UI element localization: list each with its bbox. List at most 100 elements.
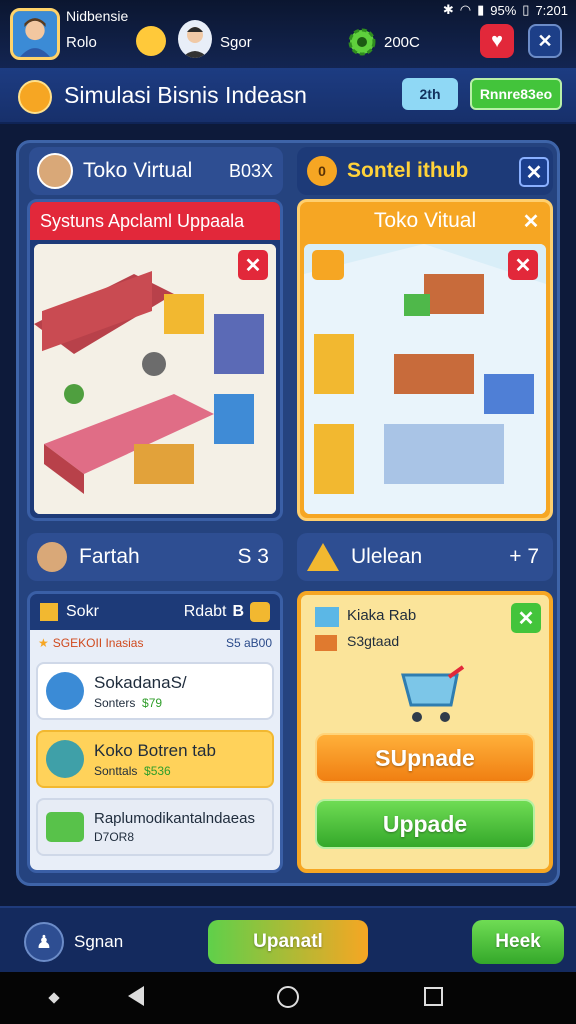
check-icon: ✕ (517, 607, 535, 630)
action-bar: ♟ Sgnan Upanatl Heek (0, 906, 576, 972)
player-avatar-icon (13, 11, 57, 57)
heart-button[interactable]: ♥ (480, 24, 514, 58)
upgrade-line1: Kiaka Rab (347, 607, 417, 624)
stat-label: Fartah (79, 545, 140, 568)
tab-badge: B03X (228, 160, 273, 181)
stat-label: Ulelean (351, 545, 423, 568)
shop-list-header: Sokr Rdabt B (30, 594, 280, 630)
emoji-face-icon (136, 26, 166, 56)
logo-icon (18, 80, 52, 114)
confirm-button[interactable]: ✕ (511, 603, 541, 633)
back-button[interactable] (128, 986, 144, 1006)
main-board: Toko Virtual B03X 0 Sontel ithub ✕ Systu… (16, 140, 560, 886)
gear-coin-icon: 0 (307, 156, 337, 186)
scene-close-button[interactable]: ✕ (238, 250, 268, 280)
customer-avatar (46, 740, 84, 778)
item-name: SokadanaS/ (94, 672, 187, 692)
panel-close-button[interactable]: ✕ (516, 206, 546, 236)
player-name: Nidbensie (66, 8, 129, 24)
store-interior-scene[interactable]: ✕ (304, 244, 546, 514)
store-scene[interactable]: ✕ (34, 244, 276, 514)
gold-pile-icon (307, 543, 339, 571)
tab-toko-virtual[interactable]: Toko Virtual B03X (29, 147, 283, 195)
left-scene-panel: Systuns Apclaml Uppaala ✕ (27, 199, 283, 521)
bag-icon (250, 602, 270, 622)
counter-button[interactable]: 2th (402, 78, 458, 110)
center-action-button[interactable]: Upanatl (208, 920, 368, 964)
recents-button[interactable] (424, 987, 443, 1006)
tools-button[interactable]: ✕ (528, 24, 562, 58)
close-button[interactable]: ✕ (519, 157, 549, 187)
item-sub: D7OR8 (94, 830, 135, 844)
signal-icon: ▮ (477, 2, 485, 17)
panel-title: Toko Vitual (373, 209, 477, 232)
merchant-icon (37, 542, 67, 572)
coin-balance: 200C (384, 34, 420, 51)
shop-list-subheader: ★ SGEKOII Inasias S5 aB00 (30, 630, 280, 656)
shopping-cart-icon (397, 665, 467, 725)
shop-list-title-right: Rdabt (183, 603, 227, 620)
wifi-icon: ◠ (459, 2, 472, 17)
item-price: $536 (144, 763, 171, 778)
stat-fartah: Fartah S 3 (27, 533, 283, 581)
store-interior-illustration (304, 244, 546, 514)
home-button[interactable] (277, 986, 299, 1008)
item-price: $79 (142, 695, 163, 710)
scene-close-button[interactable]: ✕ (508, 250, 538, 280)
subheader-left: SGEKOII Inasias (52, 636, 144, 650)
action-button[interactable]: Rnnre83eo (470, 78, 562, 110)
player-subtitle: Rolo (66, 34, 97, 51)
box-icon (315, 607, 339, 627)
list-item[interactable]: Raplumodikantalndaeas D7OR8 (36, 798, 274, 856)
system-nav-bar (0, 972, 576, 1024)
list-item[interactable]: SokadanaS/ Sonters $79 (36, 662, 274, 720)
box-icon (40, 603, 58, 621)
customer-avatar (46, 672, 84, 710)
top-hud: Nidbensie Rolo Sgor 200C ✱ ◠ ▮ 95% ▯ 7:2… (0, 0, 576, 68)
title-bar: Simulasi Bisnis Indeasn 2th Rnnre83eo (0, 68, 576, 124)
stat-value: + 7 (509, 545, 539, 568)
star-icon: ★ (38, 636, 49, 650)
status-bar: ✱ ◠ ▮ 95% ▯ 7:201 (443, 2, 568, 18)
player-avatar[interactable] (10, 8, 60, 60)
stat-value: S 3 (237, 545, 269, 568)
banner-title: Systuns Apclaml Uppaala (30, 202, 280, 240)
shopkeeper-avatar (37, 153, 73, 189)
shop-list-title: Sokr (66, 603, 99, 620)
store-illustration (34, 244, 276, 514)
gear-icon[interactable] (346, 26, 378, 58)
heart-icon: ♥ (491, 29, 503, 52)
right-action-button[interactable]: Heek (472, 920, 564, 964)
item-name: Koko Botren tab (94, 740, 216, 760)
right-scene-panel: Toko Vitual ✕ ✕ (297, 199, 553, 521)
heart-badge-icon (312, 250, 344, 280)
shop-list-items: SokadanaS/ Sonters $79 Koko Botren tab S… (30, 656, 280, 870)
upgrade-panel: Kiaka Rab S3gtaad ✕ SUpnade Uppade (297, 591, 553, 873)
close-icon: ✕ (522, 210, 540, 233)
list-item[interactable]: Koko Botren tab Sonttals $536 (36, 730, 274, 788)
item-sub: Sonttals (94, 763, 138, 778)
upgrade-green-button[interactable]: Uppade (315, 799, 535, 849)
tab-title: Sontel ithub (347, 159, 469, 182)
close-icon: ✕ (244, 254, 262, 277)
subheader-right: S5 aB00 (225, 636, 272, 650)
crate-icon (315, 635, 337, 651)
tab-title: Toko Virtual (83, 159, 193, 182)
close-icon: ✕ (525, 161, 543, 184)
dot-icon (48, 992, 60, 1004)
upgrade-orange-button[interactable]: SUpnade (315, 733, 535, 783)
cash-register-icon (46, 812, 84, 842)
clock: 7:201 (535, 2, 568, 18)
tab-sontel-ithub[interactable]: 0 Sontel ithub (297, 147, 553, 195)
close-icon: ✕ (514, 254, 532, 277)
user-icon[interactable]: ♟ (24, 922, 64, 962)
shop-list-count: B (232, 603, 244, 620)
user-label: Sgnan (74, 932, 124, 951)
battery-level: 95% (490, 2, 517, 18)
wrench-icon: ✕ (537, 30, 553, 51)
friend-avatar[interactable] (178, 20, 212, 58)
battery-icon: ▯ (522, 2, 530, 17)
upgrade-line2: S3gtaad (347, 633, 400, 649)
page-title: Simulasi Bisnis Indeasn (64, 82, 307, 108)
stat-ulelean: Ulelean + 7 (297, 533, 553, 581)
